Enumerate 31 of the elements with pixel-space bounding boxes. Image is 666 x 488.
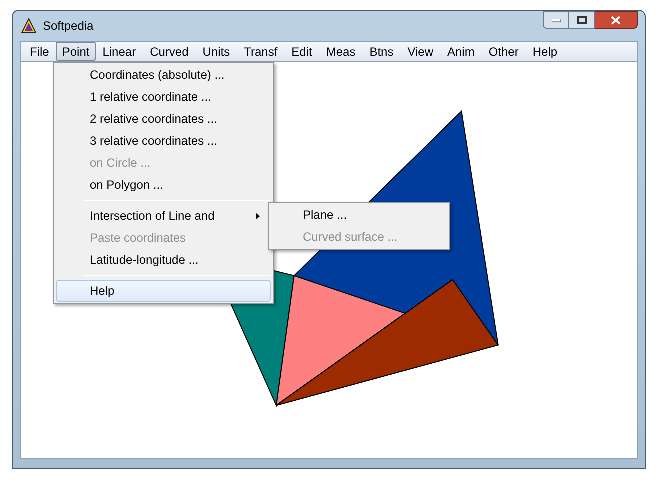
menu-bar-item[interactable]: Point [56, 42, 96, 61]
menu-bar-item[interactable]: Help [526, 42, 565, 61]
menu-bar-item[interactable]: File [23, 42, 56, 61]
menu-bar-item[interactable]: Meas [319, 42, 363, 61]
menu-item[interactable]: 2 relative coordinates ... [56, 108, 271, 130]
window-title: Softpedia [43, 18, 94, 35]
menu-bar-item[interactable]: Curved [143, 42, 196, 61]
submenu-arrow-icon [256, 213, 260, 220]
menu-item[interactable]: Intersection of Line and [56, 205, 271, 227]
menu-item[interactable]: 3 relative coordinates ... [56, 130, 271, 152]
menu-bar-item[interactable]: Anim [440, 42, 482, 61]
close-button[interactable] [595, 11, 638, 29]
menu-bar-item[interactable]: Other [482, 42, 526, 61]
maximize-button[interactable] [569, 11, 595, 29]
close-icon [611, 16, 621, 24]
minimize-button[interactable] [543, 11, 569, 29]
menu-item[interactable]: 1 relative coordinate ... [56, 86, 271, 108]
menu-item[interactable]: Help [56, 280, 271, 302]
minimize-icon [552, 18, 560, 22]
menu-item[interactable]: Latitude-longitude ... [56, 249, 271, 271]
triangle-logo-icon [21, 18, 37, 34]
menu-bar-item[interactable]: View [400, 42, 440, 61]
menu-bar-item[interactable]: Linear [96, 42, 144, 61]
menu-item[interactable]: on Polygon ... [56, 174, 271, 196]
menu-bar-item[interactable]: Btns [362, 42, 401, 61]
menu-bar-item[interactable]: Units [196, 42, 238, 61]
menu-bar-item[interactable]: Transf [237, 42, 285, 61]
menu-item[interactable]: Plane ... [269, 204, 449, 226]
menu-bar-item[interactable]: Edit [284, 42, 320, 61]
menu-item[interactable]: Coordinates (absolute) ... [56, 64, 271, 86]
maximize-icon [576, 16, 586, 24]
